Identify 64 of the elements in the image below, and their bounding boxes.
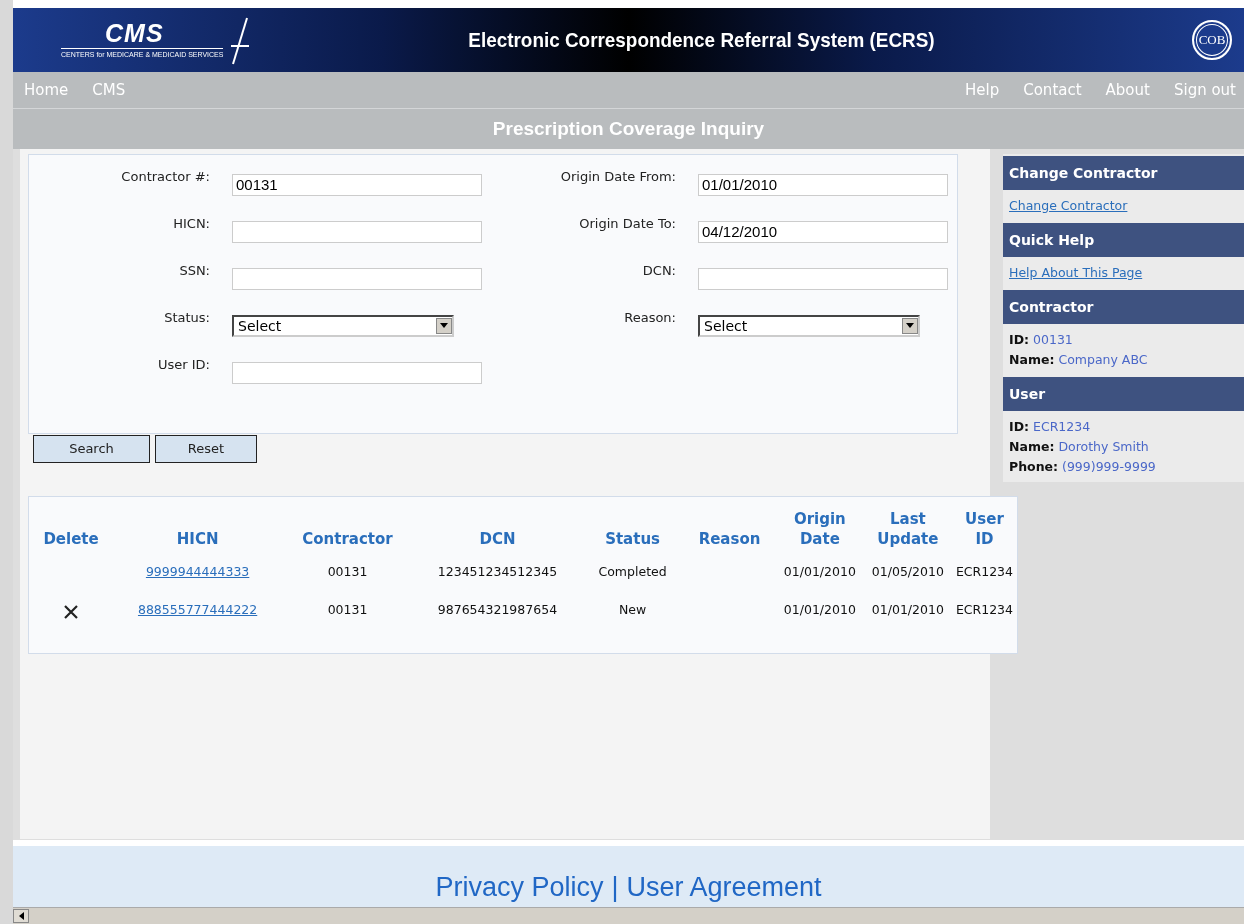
sidebar-link[interactable]: Help About This Page <box>1009 264 1238 280</box>
sidebar-heading: Change Contractor <box>1003 155 1244 190</box>
column-header: DCN <box>478 528 517 550</box>
select-value: Select <box>704 317 748 334</box>
table-cell-text: Completed <box>597 563 668 582</box>
table-cell-text: 123451234512345 <box>436 563 559 582</box>
form-button[interactable]: Search <box>33 434 150 463</box>
info-value: (999)999-9999 <box>1062 458 1156 474</box>
column-header: Delete <box>42 528 100 550</box>
select-field[interactable]: Select <box>698 314 920 337</box>
info-label: Name: <box>1009 438 1055 454</box>
table-cell-text: 00131 <box>326 563 369 582</box>
field-label: Origin Date To: <box>578 214 677 231</box>
table-cell-text: ECR1234 <box>954 601 1014 620</box>
table-cell-text: 01/01/2010 <box>782 563 857 582</box>
page-title: Prescription Coverage Inquiry <box>13 109 1244 149</box>
field-label: User ID: <box>157 355 211 372</box>
select-value: Select <box>238 317 282 334</box>
table-cell-text: 00131 <box>326 601 369 620</box>
hicn-link[interactable]: 888555777444222 <box>137 602 258 618</box>
form-button[interactable]: Reset <box>155 434 257 463</box>
field-label: Status: <box>163 308 211 325</box>
input-field[interactable]: 04/12/2010 <box>698 220 948 243</box>
field-label: Contractor #: <box>120 167 211 184</box>
hicn-link[interactable]: 9999944444333 <box>145 564 250 580</box>
info-label: Name: <box>1009 351 1055 367</box>
info-label: Phone: <box>1009 458 1059 474</box>
table-cell-text: 987654321987654 <box>436 601 559 620</box>
field-label: Reason: <box>623 308 677 325</box>
select-field[interactable]: Select <box>232 314 454 337</box>
sidebar-heading: Contractor <box>1003 289 1244 324</box>
logo-text: CMS <box>105 20 164 47</box>
input-field[interactable]: 01/01/2010 <box>698 173 948 196</box>
sidebar-link[interactable]: Change Contractor <box>1009 197 1238 213</box>
field-label: HICN: <box>172 214 211 231</box>
column-header: Origin Date <box>792 508 847 550</box>
column-header: Contractor <box>301 528 394 550</box>
table-cell-text: 01/05/2010 <box>870 563 945 582</box>
sidebar-heading: User <box>1003 376 1244 411</box>
field-label: Origin Date From: <box>559 167 677 184</box>
table-cell-text: New <box>617 601 648 620</box>
sidebar-heading: Quick Help <box>1003 222 1244 257</box>
link-separator: | <box>611 872 619 904</box>
field-label: SSN: <box>178 261 211 278</box>
table-cell-text: ECR1234 <box>954 563 1014 582</box>
table-cell-text: 01/01/2010 <box>782 601 857 620</box>
info-value: Company ABC <box>1058 351 1148 367</box>
info-value: ECR1234 <box>1033 418 1091 434</box>
window-title: Electronic Correspondence Referral System (ECRS) <box>467 27 936 52</box>
column-header: HICN <box>175 528 220 550</box>
table-cell-text: 01/01/2010 <box>870 601 945 620</box>
footer-link[interactable]: User Agreement <box>626 872 822 904</box>
column-header: Last Update <box>876 508 940 550</box>
info-label: ID: <box>1009 331 1030 347</box>
input-field[interactable]: 00131 <box>232 173 482 196</box>
column-header: Reason <box>697 528 762 550</box>
info-value: 00131 <box>1033 331 1073 347</box>
info-value: Dorothy Smith <box>1058 438 1149 454</box>
column-header: User ID <box>964 508 1005 550</box>
badge-logo: COB <box>1192 19 1232 60</box>
column-header: Status <box>604 528 661 550</box>
info-label: ID: <box>1009 418 1030 434</box>
field-label: DCN: <box>641 261 677 278</box>
footer-link[interactable]: Privacy Policy <box>435 872 604 904</box>
